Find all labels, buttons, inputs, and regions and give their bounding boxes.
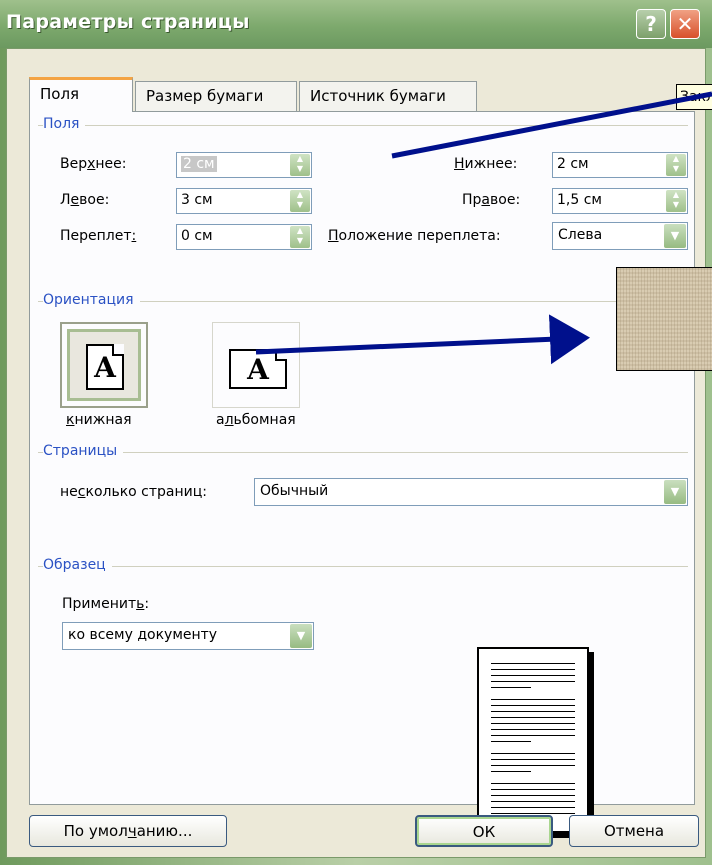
preview-line bbox=[491, 669, 575, 670]
tab-paper-source[interactable]: Источник бумаги bbox=[299, 81, 477, 111]
gutter-label: Переплет: bbox=[60, 228, 137, 244]
top-margin-spinner[interactable]: 2 см ▲ ▼ bbox=[176, 152, 312, 178]
preview-line bbox=[491, 801, 575, 802]
landscape-label[interactable]: альбомная bbox=[216, 412, 296, 428]
set-default-button[interactable]: По умолчанию... bbox=[29, 815, 227, 847]
preview-line bbox=[491, 687, 531, 688]
close-button[interactable]: ✕ bbox=[670, 9, 700, 39]
preview-line bbox=[491, 729, 575, 730]
preview-line bbox=[491, 795, 575, 796]
spinner-arrows-icon[interactable]: ▲ ▼ bbox=[290, 154, 310, 176]
multiple-pages-label: несколько страниц: bbox=[60, 484, 207, 500]
left-margin-value[interactable]: 3 см bbox=[181, 192, 213, 208]
landscape-option[interactable]: A bbox=[212, 322, 300, 408]
right-margin-value[interactable]: 1,5 см bbox=[557, 192, 602, 208]
spinner-arrows-icon[interactable]: ▲ ▼ bbox=[290, 190, 310, 212]
portrait-label[interactable]: книжная bbox=[66, 412, 132, 428]
preview-line bbox=[491, 789, 575, 790]
portrait-page-icon: A bbox=[86, 344, 124, 390]
bottom-margin-label: Нижнее: bbox=[454, 156, 518, 172]
right-margin-label: Правое: bbox=[462, 192, 521, 208]
preview-line bbox=[491, 783, 575, 784]
preview-line bbox=[491, 741, 531, 742]
window-title: Параметры страницы bbox=[6, 11, 250, 33]
gutter-position-value[interactable]: Слева bbox=[558, 227, 602, 243]
preview-line bbox=[491, 807, 575, 808]
preview-line bbox=[491, 723, 575, 724]
ok-button[interactable]: ОК bbox=[415, 815, 553, 847]
cancel-button[interactable]: Отмена bbox=[569, 815, 699, 847]
spinner-arrows-icon[interactable]: ▲ ▼ bbox=[666, 154, 686, 176]
gutter-spinner[interactable]: 0 см ▲ ▼ bbox=[176, 224, 312, 250]
landscape-page-icon: A bbox=[229, 349, 287, 389]
preview-line bbox=[491, 813, 575, 814]
page-setup-dialog: Поля Размер бумаги Источник бумаги Поля … bbox=[6, 48, 706, 858]
tab-margins[interactable]: Поля bbox=[29, 77, 133, 112]
preview-line bbox=[491, 765, 575, 766]
landscape-glyph: A bbox=[247, 353, 269, 386]
gutter-value[interactable]: 0 см bbox=[181, 228, 213, 244]
preview-line bbox=[491, 705, 575, 706]
chevron-down-icon[interactable]: ▼ bbox=[664, 480, 686, 504]
tab-paper-size[interactable]: Размер бумаги bbox=[135, 81, 297, 111]
preview-line bbox=[491, 759, 575, 760]
left-margin-spinner[interactable]: 3 см ▲ ▼ bbox=[176, 188, 312, 214]
preview-line bbox=[491, 717, 575, 718]
top-margin-value[interactable]: 2 см bbox=[181, 156, 217, 172]
preview-line bbox=[491, 663, 575, 664]
apply-to-select[interactable]: ко всему документу ▼ bbox=[62, 622, 314, 650]
chevron-down-icon[interactable]: ▼ bbox=[290, 624, 312, 648]
preview-line bbox=[491, 735, 575, 736]
left-margin-label: Левое: bbox=[60, 192, 110, 208]
spinner-arrows-icon[interactable]: ▲ ▼ bbox=[290, 226, 310, 248]
chevron-down-icon[interactable]: ▼ bbox=[664, 224, 686, 248]
gutter-position-select[interactable]: Слева ▼ bbox=[552, 222, 688, 250]
pages-group-line bbox=[38, 452, 688, 453]
bottom-margin-spinner[interactable]: 2 см ▲ ▼ bbox=[552, 152, 688, 178]
gutter-position-label: Положение переплета: bbox=[328, 228, 501, 244]
apply-to-value[interactable]: ко всему документу bbox=[68, 627, 217, 643]
portrait-option[interactable]: A bbox=[60, 322, 148, 408]
preview-line bbox=[491, 771, 531, 772]
multiple-pages-value[interactable]: Обычный bbox=[260, 483, 328, 499]
preview-line bbox=[491, 753, 575, 754]
help-button[interactable]: ? bbox=[636, 9, 666, 39]
margins-group-title: Поля bbox=[43, 116, 86, 132]
preview-line bbox=[491, 711, 575, 712]
pages-group-title: Страницы bbox=[43, 443, 124, 459]
spinner-arrows-icon[interactable]: ▲ ▼ bbox=[666, 190, 686, 212]
bottom-margin-value[interactable]: 2 см bbox=[557, 156, 589, 172]
sample-group-title: Образец bbox=[43, 557, 112, 573]
preview-line bbox=[491, 675, 575, 676]
multiple-pages-select[interactable]: Обычный ▼ bbox=[254, 478, 688, 506]
margins-group-line bbox=[38, 125, 688, 126]
preview-line bbox=[491, 681, 575, 682]
tooltip: Закладки bbox=[676, 84, 712, 110]
portrait-glyph: A bbox=[94, 351, 116, 384]
texture-sample-image bbox=[616, 267, 712, 371]
preview-line bbox=[491, 699, 575, 700]
sample-group-line bbox=[38, 566, 688, 567]
top-margin-label: Верхнее: bbox=[60, 156, 127, 172]
tab-panel-margins: Поля Верхнее: 2 см ▲ ▼ Нижнее: 2 см ▲ ▼ Ле… bbox=[29, 111, 695, 805]
title-bar: Параметры страницы ? ✕ bbox=[0, 0, 712, 48]
orientation-group-title: Ориентация bbox=[43, 292, 140, 308]
right-margin-spinner[interactable]: 1,5 см ▲ ▼ bbox=[552, 188, 688, 214]
apply-to-label: Применить: bbox=[62, 596, 150, 612]
preview-document bbox=[477, 647, 589, 833]
